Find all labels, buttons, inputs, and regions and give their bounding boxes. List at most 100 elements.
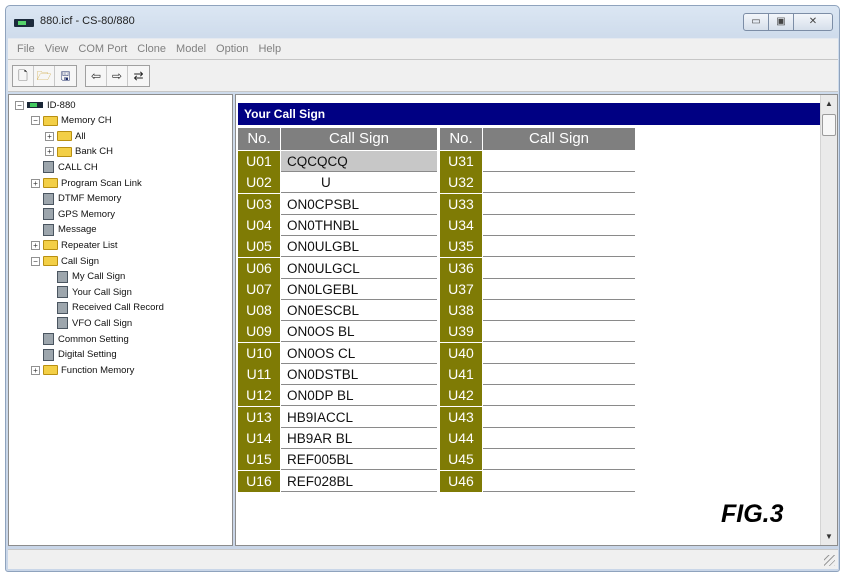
menu-view[interactable]: View (40, 43, 74, 55)
tree-item[interactable]: Message (43, 223, 97, 236)
call-sign-cell-left[interactable]: ON0CPSBL (281, 193, 437, 215)
tree-item-label: Message (58, 224, 97, 236)
call-sign-cell-right[interactable] (483, 364, 635, 385)
menu-file[interactable]: File (12, 43, 40, 55)
tree-item[interactable]: Common Setting (43, 333, 129, 345)
tree-item-label: Call Sign (61, 255, 100, 267)
tree-item[interactable]: − Call Sign (31, 255, 99, 267)
tree-item-label: Digital Setting (58, 349, 117, 361)
tree-item[interactable]: CALL CH (43, 161, 98, 174)
call-sign-cell-left[interactable]: REF028BL (281, 470, 437, 492)
call-sign-cell-left[interactable]: ON0ULGCL (281, 257, 437, 279)
call-sign-cell-left[interactable]: REF005BL (281, 449, 437, 471)
tree-item[interactable]: − ID-880 (15, 99, 76, 111)
document-icon (57, 301, 68, 314)
call-sign-cell-right[interactable] (483, 427, 635, 449)
call-sign-cell-left[interactable]: ON0OS CL (281, 342, 437, 364)
call-sign-cell-right[interactable] (483, 470, 635, 492)
call-sign-cell-right[interactable] (483, 151, 635, 172)
navigation-tree: − ID-880− Memory CH + All + Bank CH CALL CH + Pro… (8, 94, 233, 546)
title-bar[interactable]: 880.icf - CS-80/880 ▭ ▣ ✕ (6, 6, 839, 38)
tree-item-label: GPS Memory (58, 208, 116, 220)
menu-com-port[interactable]: COM Port (73, 43, 132, 55)
call-sign-cell-right[interactable] (483, 214, 635, 236)
expand-plus-icon[interactable]: + (31, 240, 40, 250)
call-sign-cell-right[interactable] (483, 406, 635, 428)
call-sign-cell-left[interactable]: ON0LGEBL (281, 278, 437, 300)
tree-item[interactable]: + Function Memory (31, 364, 134, 376)
menu-option[interactable]: Option (211, 43, 253, 55)
new-document-icon[interactable]: 🗋 (13, 66, 34, 86)
collapse-minus-icon[interactable]: − (31, 116, 40, 126)
tree-item[interactable]: VFO Call Sign (57, 317, 132, 330)
tree-item[interactable]: GPS Memory (43, 208, 116, 221)
tree-item[interactable]: − Memory CH (31, 115, 112, 127)
scroll-down-arrow-icon[interactable]: ▼ (821, 528, 837, 545)
resize-grip-icon[interactable] (824, 555, 835, 566)
call-sign-cell-right[interactable] (483, 385, 635, 407)
document-icon (43, 208, 54, 221)
open-folder-icon[interactable]: 🗁 (34, 66, 55, 86)
call-sign-cell-left[interactable]: U (281, 172, 437, 194)
expand-plus-icon[interactable]: + (45, 131, 54, 141)
call-sign-cell-right[interactable] (483, 193, 635, 215)
column-header-call-sign-right: Call Sign (483, 128, 635, 150)
write-to-radio-icon[interactable]: ⇨ (107, 66, 128, 86)
row-number-right: U32 (440, 172, 482, 194)
close-button[interactable]: ✕ (793, 13, 833, 31)
menu-bar: File View COM Port Clone Model Option He… (8, 38, 838, 59)
tree-item-label: Bank CH (75, 146, 114, 158)
tree-item[interactable]: + All (45, 130, 86, 142)
call-sign-cell-left[interactable]: ON0DSTBL (281, 364, 437, 385)
call-sign-cell-left[interactable]: ON0ULGBL (281, 236, 437, 258)
collapse-minus-icon[interactable]: − (15, 100, 24, 110)
window-controls: ▭ ▣ ✕ (743, 13, 833, 31)
call-sign-cell-left[interactable]: ON0OS BL (281, 321, 437, 343)
minimize-button[interactable]: ▭ (743, 13, 769, 31)
figure-label: FIG.3 (721, 500, 784, 528)
menu-model[interactable]: Model (171, 43, 211, 55)
vertical-scrollbar[interactable]: ▲ ▼ (820, 95, 837, 545)
maximize-button[interactable]: ▣ (768, 13, 794, 31)
tree-item[interactable]: DTMF Memory (43, 192, 121, 205)
call-sign-cell-left[interactable]: HB9IACCL (281, 406, 437, 428)
menu-clone[interactable]: Clone (132, 43, 171, 55)
tree-item-label: CALL CH (58, 161, 98, 173)
folder-icon (57, 146, 72, 157)
call-sign-cell-left[interactable]: ON0ESCBL (281, 300, 437, 322)
read-from-radio-icon[interactable]: ⇦ (86, 66, 107, 86)
tree-item[interactable]: + Program Scan Link (31, 177, 142, 189)
expand-plus-icon[interactable]: + (45, 147, 54, 157)
tree-item[interactable]: Received Call Record (57, 301, 164, 314)
row-number-left: U05 (238, 236, 280, 258)
call-sign-cell-right[interactable] (483, 236, 635, 258)
radio-info-icon[interactable]: ⇄ (128, 66, 149, 86)
row-number-right: U37 (440, 278, 482, 300)
scroll-thumb[interactable] (822, 114, 836, 136)
scroll-up-arrow-icon[interactable]: ▲ (821, 95, 837, 112)
call-sign-cell-left[interactable]: ON0DP BL (281, 385, 437, 407)
menu-help[interactable]: Help (253, 43, 286, 55)
call-sign-cell-right[interactable] (483, 300, 635, 322)
tree-item[interactable]: Your Call Sign (57, 286, 132, 299)
row-number-left: U09 (238, 321, 280, 343)
call-sign-cell-right[interactable] (483, 172, 635, 194)
call-sign-cell-right[interactable] (483, 342, 635, 364)
save-disk-icon[interactable]: 🖫 (55, 66, 76, 86)
tree-item[interactable]: + Repeater List (31, 239, 118, 251)
call-sign-cell-right[interactable] (483, 257, 635, 279)
collapse-minus-icon[interactable]: − (31, 256, 40, 266)
column-header-call-sign-left: Call Sign (281, 128, 437, 150)
call-sign-cell-right[interactable] (483, 321, 635, 343)
call-sign-cell-left[interactable]: CQCQCQ (281, 151, 437, 172)
tree-item[interactable]: My Call Sign (57, 270, 125, 283)
expand-plus-icon[interactable]: + (31, 178, 40, 188)
call-sign-cell-left[interactable]: HB9AR BL (281, 427, 437, 449)
row-number-right: U45 (440, 449, 482, 471)
call-sign-cell-right[interactable] (483, 278, 635, 300)
call-sign-cell-right[interactable] (483, 449, 635, 471)
expand-plus-icon[interactable]: + (31, 365, 40, 375)
tree-item[interactable]: Digital Setting (43, 348, 117, 361)
call-sign-cell-left[interactable]: ON0THNBL (281, 214, 437, 236)
tree-item[interactable]: + Bank CH (45, 146, 113, 158)
